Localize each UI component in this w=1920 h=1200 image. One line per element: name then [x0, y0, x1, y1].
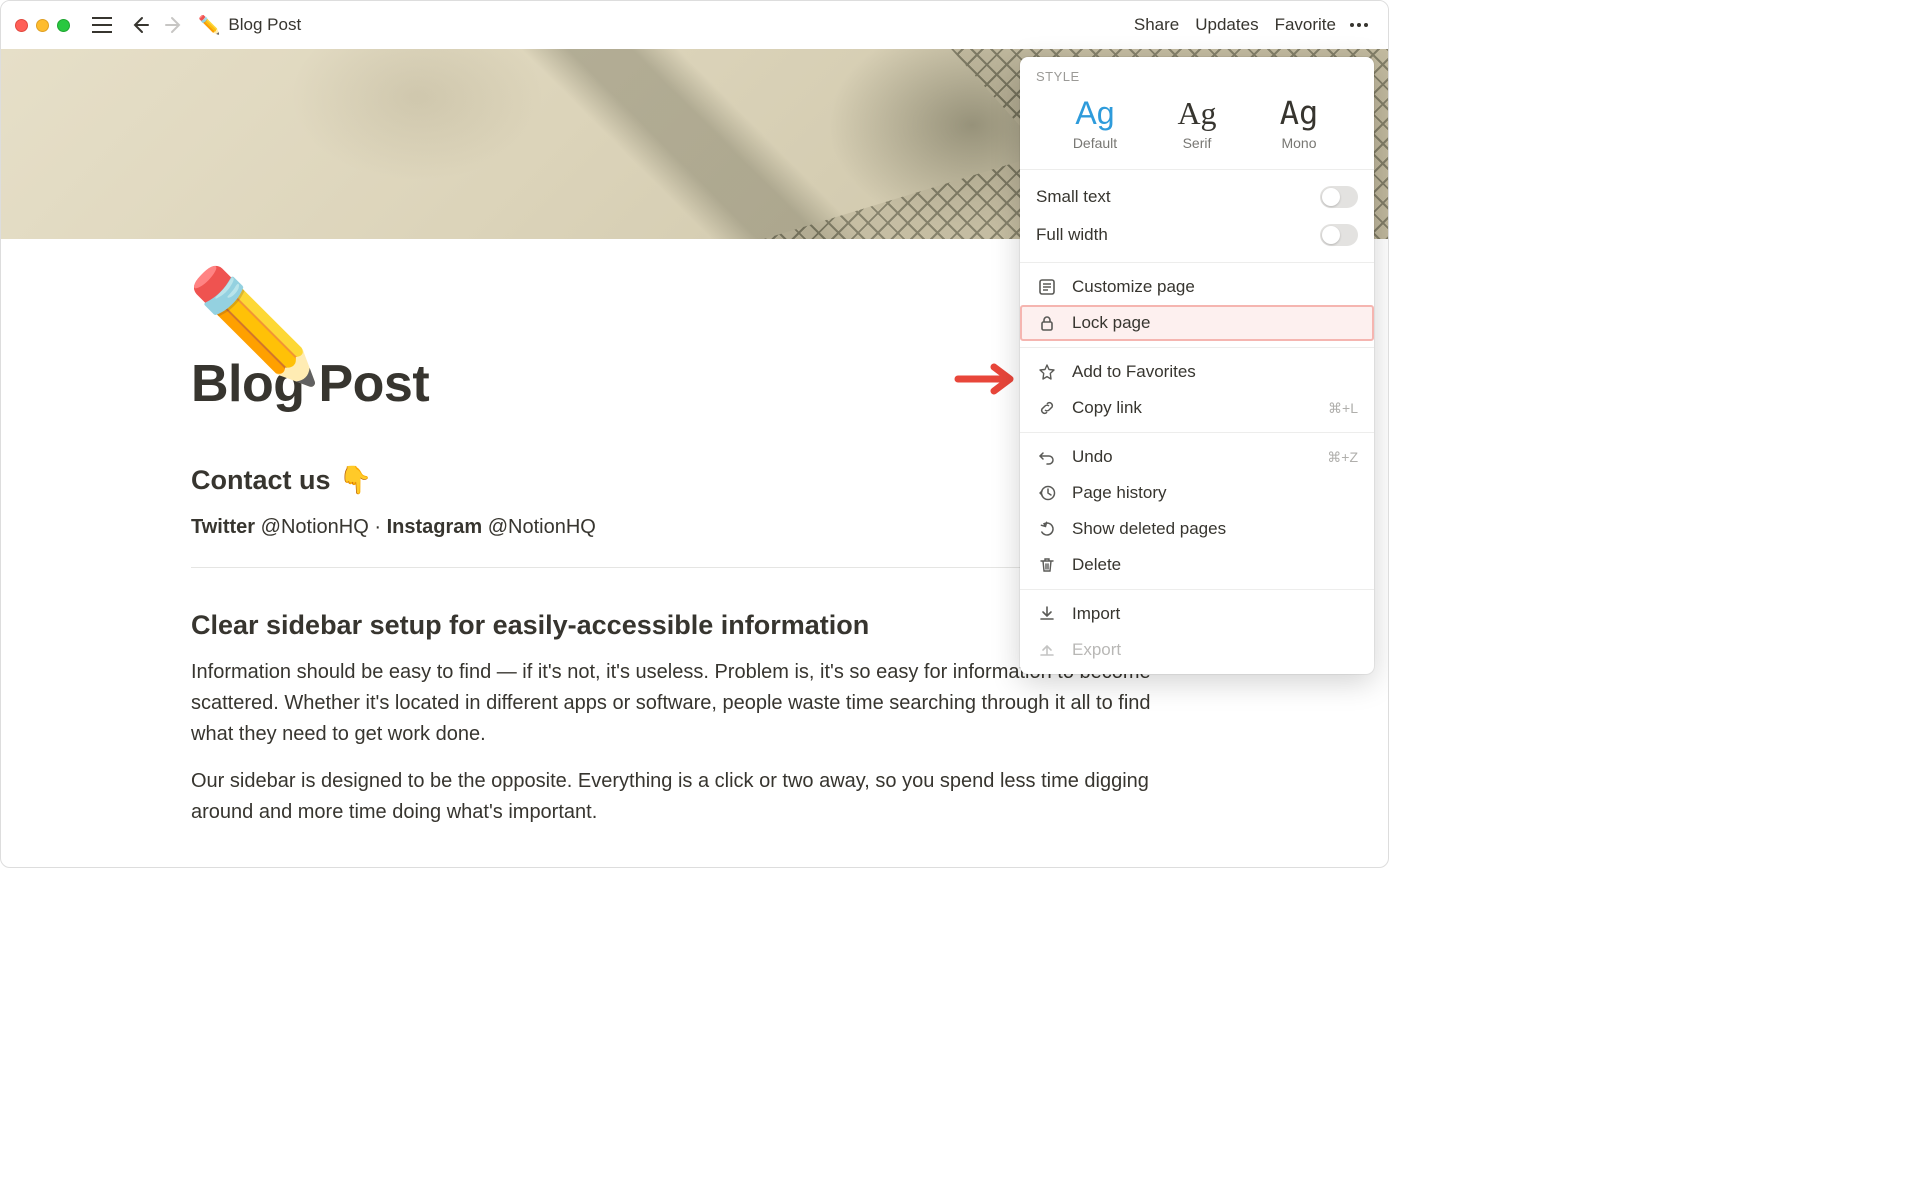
copy-link-label: Copy link	[1072, 398, 1142, 418]
delete-label: Delete	[1072, 555, 1121, 575]
history-icon	[1036, 482, 1058, 504]
small-text-toggle[interactable]	[1320, 186, 1358, 208]
export-item[interactable]: Export	[1020, 632, 1374, 668]
more-menu-button[interactable]	[1344, 17, 1374, 33]
updates-button[interactable]: Updates	[1187, 11, 1266, 39]
show-deleted-pages-label: Show deleted pages	[1072, 519, 1226, 539]
lock-icon	[1036, 312, 1058, 334]
style-name-serif: Serif	[1146, 135, 1248, 151]
favorite-button[interactable]: Favorite	[1267, 11, 1344, 39]
sidebar-toggle-button[interactable]	[88, 11, 116, 39]
style-section-label: STYLE	[1036, 69, 1358, 84]
lock-page-label: Lock page	[1072, 313, 1150, 333]
hamburger-icon	[92, 17, 112, 33]
small-text-toggle-row: Small text	[1020, 178, 1374, 216]
paragraph-2[interactable]: Our sidebar is designed to be the opposi…	[191, 766, 1198, 828]
customize-icon	[1036, 276, 1058, 298]
copy-link-shortcut: ⌘+L	[1328, 400, 1358, 417]
customize-page-label: Customize page	[1072, 277, 1195, 297]
twitter-handle: @NotionHQ	[261, 516, 369, 538]
export-label: Export	[1072, 640, 1121, 660]
twitter-label: Twitter	[191, 516, 255, 538]
share-button[interactable]: Share	[1126, 11, 1187, 39]
dots-icon	[1350, 23, 1354, 27]
titlebar: ✏️ Blog Post Share Updates Favorite	[1, 1, 1388, 49]
breadcrumb[interactable]: ✏️ Blog Post	[198, 15, 301, 36]
style-sample-default: Ag	[1044, 96, 1146, 131]
show-deleted-pages-item[interactable]: Show deleted pages	[1020, 511, 1374, 547]
page-icon[interactable]: ✏️	[186, 272, 323, 382]
breadcrumb-icon: ✏️	[198, 15, 220, 36]
instagram-label: Instagram	[387, 516, 483, 538]
lock-page-item[interactable]: Lock page	[1020, 305, 1374, 341]
style-option-serif[interactable]: Ag Serif	[1146, 96, 1248, 151]
full-width-toggle-row: Full width	[1020, 216, 1374, 254]
nav-back-button[interactable]	[126, 11, 154, 39]
undo-shortcut: ⌘+Z	[1327, 449, 1358, 466]
style-option-mono[interactable]: Ag Mono	[1248, 96, 1350, 151]
import-label: Import	[1072, 604, 1120, 624]
window-controls	[15, 19, 70, 32]
nav-forward-button[interactable]	[160, 11, 188, 39]
link-icon	[1036, 397, 1058, 419]
style-sample-serif: Ag	[1146, 96, 1248, 131]
arrow-left-icon	[129, 14, 151, 36]
style-option-default[interactable]: Ag Default	[1044, 96, 1146, 151]
style-name-mono: Mono	[1248, 135, 1350, 151]
style-name-default: Default	[1044, 135, 1146, 151]
separator-dot: ·	[374, 516, 381, 538]
add-to-favorites-item[interactable]: Add to Favorites	[1020, 354, 1374, 390]
arrow-right-icon	[163, 14, 185, 36]
instagram-handle: @NotionHQ	[488, 516, 596, 538]
full-width-toggle[interactable]	[1320, 224, 1358, 246]
add-to-favorites-label: Add to Favorites	[1072, 362, 1196, 382]
pointing-down-icon: 👇	[339, 464, 373, 496]
undo-icon	[1036, 446, 1058, 468]
export-icon	[1036, 639, 1058, 661]
star-icon	[1036, 361, 1058, 383]
minimize-window-button[interactable]	[36, 19, 49, 32]
breadcrumb-title: Blog Post	[228, 15, 301, 35]
import-item[interactable]: Import	[1020, 596, 1374, 632]
page-history-label: Page history	[1072, 483, 1167, 503]
close-window-button[interactable]	[15, 19, 28, 32]
full-width-label: Full width	[1036, 225, 1108, 245]
style-sample-mono: Ag	[1248, 96, 1350, 131]
page-history-item[interactable]: Page history	[1020, 475, 1374, 511]
undo-label: Undo	[1072, 447, 1113, 467]
small-text-label: Small text	[1036, 187, 1111, 207]
undo-item[interactable]: Undo ⌘+Z	[1020, 439, 1374, 475]
customize-page-item[interactable]: Customize page	[1020, 269, 1374, 305]
restore-icon	[1036, 518, 1058, 540]
annotation-arrow	[954, 361, 1016, 397]
contact-heading-text: Contact us	[191, 465, 331, 496]
page-options-menu: STYLE Ag Default Ag Serif Ag Mono Small …	[1020, 57, 1374, 674]
delete-item[interactable]: Delete	[1020, 547, 1374, 583]
copy-link-item[interactable]: Copy link ⌘+L	[1020, 390, 1374, 426]
maximize-window-button[interactable]	[57, 19, 70, 32]
trash-icon	[1036, 554, 1058, 576]
import-icon	[1036, 603, 1058, 625]
